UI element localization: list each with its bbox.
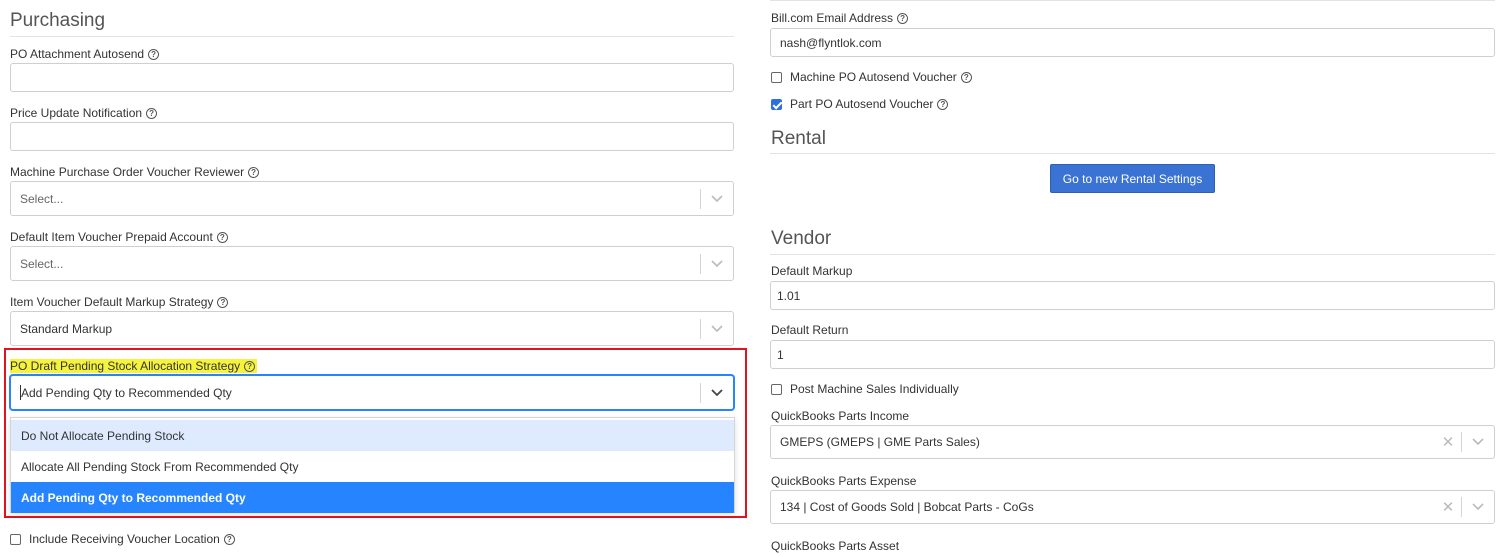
default-item-voucher-prepaid-account-placeholder: Select... [20, 256, 64, 271]
vendor-section-title: Vendor [771, 228, 832, 249]
default-item-voucher-prepaid-account-select[interactable]: Select... [10, 246, 734, 281]
chevron-down-icon[interactable] [701, 182, 733, 215]
help-icon[interactable]: ? [216, 231, 228, 243]
item-voucher-default-markup-strategy-label-text: Item Voucher Default Markup Strategy [10, 295, 214, 309]
include-receiving-voucher-location-checkbox[interactable] [10, 533, 21, 545]
po-draft-pending-stock-allocation-strategy-value: Add Pending Qty to Recommended Qty [21, 385, 232, 400]
rental-section-title: Rental [771, 128, 826, 149]
purchasing-section-title: Purchasing [10, 10, 106, 31]
default-markup-label: Default Markup [771, 264, 853, 278]
help-icon[interactable]: ? [146, 107, 158, 119]
item-voucher-default-markup-strategy-label: Item Voucher Default Markup Strategy ? [10, 295, 229, 309]
po-attachment-autosend-label: PO Attachment Autosend ? [10, 47, 160, 61]
clear-x-icon[interactable]: ✕ [1435, 426, 1461, 458]
machine-po-voucher-reviewer-select[interactable]: Select... [10, 181, 734, 216]
help-icon[interactable]: ? [960, 71, 972, 83]
quickbooks-parts-income-label: QuickBooks Parts Income [771, 409, 910, 423]
rental-divider [770, 153, 1495, 154]
po-draft-pending-stock-allocation-strategy-label: PO Draft Pending Stock Allocation Strate… [10, 359, 258, 373]
default-return-label: Default Return [771, 323, 849, 337]
post-machine-sales-individually-row: Post Machine Sales Individually [771, 382, 959, 396]
dropdown-option[interactable]: Do Not Allocate Pending Stock [11, 420, 734, 451]
include-receiving-voucher-location-label: Include Receiving Voucher Location [29, 532, 220, 546]
po-attachment-autosend-label-text: PO Attachment Autosend [10, 47, 145, 61]
help-icon[interactable]: ? [217, 296, 229, 308]
help-icon[interactable]: ? [937, 98, 949, 110]
go-to-rental-settings-button[interactable]: Go to new Rental Settings [1050, 164, 1215, 193]
price-update-notification-label-text: Price Update Notification [10, 106, 143, 120]
top-divider [770, 0, 1495, 1]
quickbooks-parts-asset-label: QuickBooks Parts Asset [771, 539, 900, 553]
help-icon[interactable]: ? [897, 12, 909, 24]
part-po-autosend-voucher-row: Part PO Autosend Voucher ? [771, 97, 949, 111]
clear-x-icon[interactable]: ✕ [1435, 491, 1461, 523]
part-po-autosend-voucher-checkbox[interactable] [771, 98, 782, 110]
item-voucher-default-markup-strategy-value: Standard Markup [20, 321, 113, 336]
item-voucher-default-markup-strategy-select[interactable]: Standard Markup [10, 311, 734, 346]
billcom-email-input[interactable]: nash@flyntlok.com [770, 28, 1495, 57]
price-update-notification-input[interactable] [10, 122, 734, 151]
part-po-autosend-voucher-label: Part PO Autosend Voucher [790, 97, 934, 111]
purchasing-divider [10, 36, 734, 37]
help-icon[interactable]: ? [223, 533, 235, 545]
machine-po-voucher-reviewer-label: Machine Purchase Order Voucher Reviewer … [10, 165, 260, 179]
billcom-email-label-text: Bill.com Email Address [771, 11, 894, 25]
chevron-down-icon[interactable] [701, 312, 733, 345]
post-machine-sales-individually-checkbox[interactable] [771, 383, 782, 395]
chevron-down-icon[interactable] [701, 247, 733, 280]
dropdown-option-selected[interactable]: Add Pending Qty to Recommended Qty [11, 482, 734, 513]
po-draft-pending-stock-allocation-strategy-select[interactable]: Add Pending Qty to Recommended Qty [10, 375, 734, 410]
default-markup-input[interactable]: 1.01 [770, 281, 1495, 310]
quickbooks-parts-expense-label: QuickBooks Parts Expense [771, 474, 917, 488]
default-item-voucher-prepaid-account-label: Default Item Voucher Prepaid Account ? [10, 230, 228, 244]
quickbooks-parts-expense-select[interactable]: 134 | Cost of Goods Sold | Bobcat Parts … [770, 490, 1495, 524]
quickbooks-parts-expense-value: 134 | Cost of Goods Sold | Bobcat Parts … [780, 500, 1034, 514]
help-icon[interactable]: ? [244, 360, 256, 372]
machine-po-autosend-voucher-row: Machine PO Autosend Voucher ? [771, 70, 972, 84]
po-draft-pending-stock-allocation-strategy-label-text: PO Draft Pending Stock Allocation Strate… [10, 359, 241, 373]
billcom-email-label: Bill.com Email Address ? [771, 11, 909, 25]
price-update-notification-label: Price Update Notification ? [10, 106, 158, 120]
dropdown-option[interactable]: Allocate All Pending Stock From Recommen… [11, 451, 734, 482]
default-item-voucher-prepaid-account-label-text: Default Item Voucher Prepaid Account [10, 230, 213, 244]
allocation-strategy-dropdown-menu: Do Not Allocate Pending Stock Allocate A… [10, 417, 735, 513]
label-highlight: PO Draft Pending Stock Allocation Strate… [10, 359, 258, 373]
quickbooks-parts-income-value: GMEPS (GMEPS | GME Parts Sales) [780, 435, 980, 449]
help-icon[interactable]: ? [148, 48, 160, 60]
po-attachment-autosend-input[interactable] [10, 63, 734, 92]
quickbooks-parts-income-select[interactable]: GMEPS (GMEPS | GME Parts Sales) ✕ [770, 425, 1495, 459]
chevron-down-icon[interactable] [1462, 426, 1494, 458]
machine-po-autosend-voucher-label: Machine PO Autosend Voucher [790, 70, 957, 84]
machine-po-voucher-reviewer-placeholder: Select... [20, 191, 64, 206]
post-machine-sales-individually-label: Post Machine Sales Individually [790, 382, 959, 396]
vendor-divider [770, 254, 1495, 255]
chevron-down-icon[interactable] [1462, 491, 1494, 523]
machine-po-autosend-voucher-checkbox[interactable] [771, 71, 782, 83]
machine-po-voucher-reviewer-label-text: Machine Purchase Order Voucher Reviewer [10, 165, 245, 179]
help-icon[interactable]: ? [248, 166, 260, 178]
chevron-down-icon[interactable] [701, 376, 733, 409]
include-receiving-voucher-location-row: Include Receiving Voucher Location ? [10, 532, 235, 546]
default-return-input[interactable]: 1 [770, 340, 1495, 369]
